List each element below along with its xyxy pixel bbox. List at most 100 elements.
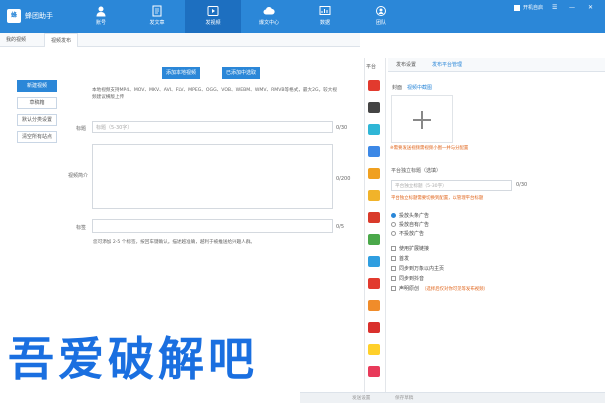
- bottom-bar: 发送设置 保存草稿: [300, 392, 605, 403]
- ad-option-radio[interactable]: 投放头条广告: [391, 212, 429, 219]
- cloud-icon: [263, 6, 275, 15]
- publish-option-checkbox[interactable]: 同步到抖音: [391, 275, 424, 282]
- supported-formats-text: 本地视频支持MP4、MOV、MKV、AVI、FLV、MPEG、OGG、VOB、W…: [92, 88, 337, 100]
- ad-option-radio[interactable]: 投放自有广告: [391, 221, 429, 228]
- user-icon: [96, 6, 106, 17]
- publish-option-checkbox[interactable]: 首发: [391, 255, 409, 262]
- default-category-button[interactable]: 默认分类设置: [17, 114, 57, 126]
- nav-data[interactable]: 数据: [297, 0, 353, 33]
- nav-account[interactable]: 账号: [73, 0, 129, 33]
- radio-icon[interactable]: [391, 222, 396, 227]
- publish-settings-tabs: 发布设置 发布平台管理: [388, 58, 605, 72]
- nav-trending[interactable]: 爆文中心: [241, 0, 297, 33]
- tags-input[interactable]: [92, 219, 333, 233]
- checkbox-icon[interactable]: [391, 276, 396, 281]
- option-label: 不投放广告: [399, 231, 425, 237]
- toutiao-icon[interactable]: [368, 80, 380, 91]
- title-bar: 蜂 蜂团助手 账号 发文章 发视频 爆文中心 数据 团队 开机自启 ☰ — ✕: [0, 0, 605, 33]
- radio-icon[interactable]: [391, 213, 396, 218]
- article-icon: [152, 5, 162, 17]
- nav-label: 爆文中心: [258, 20, 279, 26]
- cover-warning: ※需要发送视频需视频小图一并与分配置: [390, 146, 469, 151]
- nav-team[interactable]: 团队: [353, 0, 409, 33]
- option-label: 投放自有广告: [399, 222, 430, 228]
- checkbox-icon[interactable]: [391, 266, 396, 271]
- xigua-icon[interactable]: [368, 366, 380, 377]
- sohu-icon[interactable]: [368, 212, 380, 223]
- nav-article[interactable]: 发文章: [129, 0, 185, 33]
- menu-icon[interactable]: ☰: [552, 4, 557, 11]
- cover-from-video-link[interactable]: 视频中截图: [407, 84, 432, 91]
- send-settings-button[interactable]: 发送设置: [352, 395, 370, 401]
- weibo-icon[interactable]: [368, 278, 380, 289]
- video-icon: [207, 6, 219, 16]
- watermark: 吾爱破解吧: [8, 332, 258, 386]
- chart-icon: [319, 6, 331, 15]
- autostart-checkbox[interactable]: [514, 5, 520, 11]
- tags-counter: 0/5: [336, 224, 345, 230]
- nav-label: 发视频: [205, 20, 221, 26]
- nav-video[interactable]: 发视频: [185, 0, 241, 33]
- tab-video-publish[interactable]: 视频发布: [44, 33, 79, 47]
- dayu-icon[interactable]: [368, 168, 380, 179]
- tab-my-videos[interactable]: 我的视频: [6, 36, 26, 43]
- title-counter: 0/30: [336, 125, 348, 131]
- option-label: 声明原创: [399, 286, 420, 292]
- tab-platform-management[interactable]: 发布平台管理: [432, 61, 462, 68]
- option-label: 使用扩展链接: [399, 246, 430, 252]
- intro-textarea[interactable]: [92, 144, 333, 209]
- option-label: 同步到抖音: [399, 276, 425, 282]
- yidian-icon[interactable]: [368, 146, 380, 157]
- platform-title-counter: 0/30: [516, 182, 528, 188]
- add-local-video-button[interactable]: 添加本地视频: [162, 67, 201, 79]
- platform-title-label: 平台独立标题（选填）: [391, 168, 442, 174]
- nav-label: 数据: [319, 20, 330, 26]
- select-added-video-button[interactable]: 已添加中选取: [222, 67, 261, 79]
- close-icon[interactable]: ✕: [588, 4, 593, 11]
- app-name: 蜂团助手: [25, 12, 53, 20]
- platform-title-warning: 平台独立标题需要切换到配置，以管理平台标题: [391, 196, 484, 201]
- team-icon: [376, 6, 386, 16]
- wangyi-icon[interactable]: [368, 234, 380, 245]
- cover-label: 封面: [392, 85, 403, 91]
- option-label: 同步到万象以内主页: [399, 266, 445, 272]
- kuaishou-icon[interactable]: [368, 344, 380, 355]
- option-label: 首发: [399, 256, 410, 262]
- intro-counter: 0/200: [336, 176, 351, 182]
- new-video-button[interactable]: 新建视频: [17, 80, 57, 92]
- iqiyi-icon[interactable]: [368, 124, 380, 135]
- clear-sites-button[interactable]: 清空所有站点: [17, 131, 57, 143]
- drafts-button[interactable]: 草稿箱: [17, 97, 57, 109]
- ad-option-radio[interactable]: 不投放广告: [391, 230, 424, 237]
- title-label: 标题: [76, 126, 87, 132]
- platform-header: 平台: [366, 64, 377, 70]
- minimize-icon[interactable]: —: [569, 4, 575, 11]
- nav-label: 发文章: [149, 20, 165, 26]
- tags-hint: 您可添加 2-5 个标签，按回车键确认。描述越准确，越利于被推送给兴趣人群。: [93, 240, 256, 245]
- checkbox-icon[interactable]: [391, 246, 396, 251]
- title-input[interactable]: 标题（5-30字）: [92, 121, 333, 133]
- tab-publish-settings[interactable]: 发布设置: [396, 61, 416, 68]
- option-warning: （选择后仅对你可见等发布视频）: [422, 287, 488, 292]
- save-draft-button[interactable]: 保存草稿: [395, 395, 413, 401]
- douyin-icon[interactable]: [368, 322, 380, 333]
- baijia-icon[interactable]: [368, 102, 380, 113]
- publish-option-checkbox[interactable]: 声明原创 （选择后仅对你可见等发布视频）: [391, 285, 488, 292]
- intro-label: 视频简介: [68, 173, 89, 179]
- plus-icon: [421, 111, 423, 129]
- platform-title-input[interactable]: 平台独立标题（5-30字）: [391, 180, 512, 191]
- publish-option-checkbox[interactable]: 使用扩展链接: [391, 245, 429, 252]
- penguin-icon[interactable]: [368, 190, 380, 201]
- checkbox-icon[interactable]: [391, 256, 396, 261]
- content-tabs: 我的视频 视频发布: [0, 33, 360, 47]
- nav-label: 账号: [95, 20, 106, 26]
- nav-label: 团队: [375, 20, 386, 26]
- option-label: 投放头条广告: [399, 213, 430, 219]
- checkbox-icon[interactable]: [391, 286, 396, 291]
- tags-label: 标签: [76, 225, 87, 231]
- qq-icon[interactable]: [368, 256, 380, 267]
- publish-option-checkbox[interactable]: 同步到万象以内主页: [391, 265, 444, 272]
- app-logo: 蜂: [7, 9, 21, 23]
- radio-icon[interactable]: [391, 231, 396, 236]
- bilibili-icon[interactable]: [368, 300, 380, 311]
